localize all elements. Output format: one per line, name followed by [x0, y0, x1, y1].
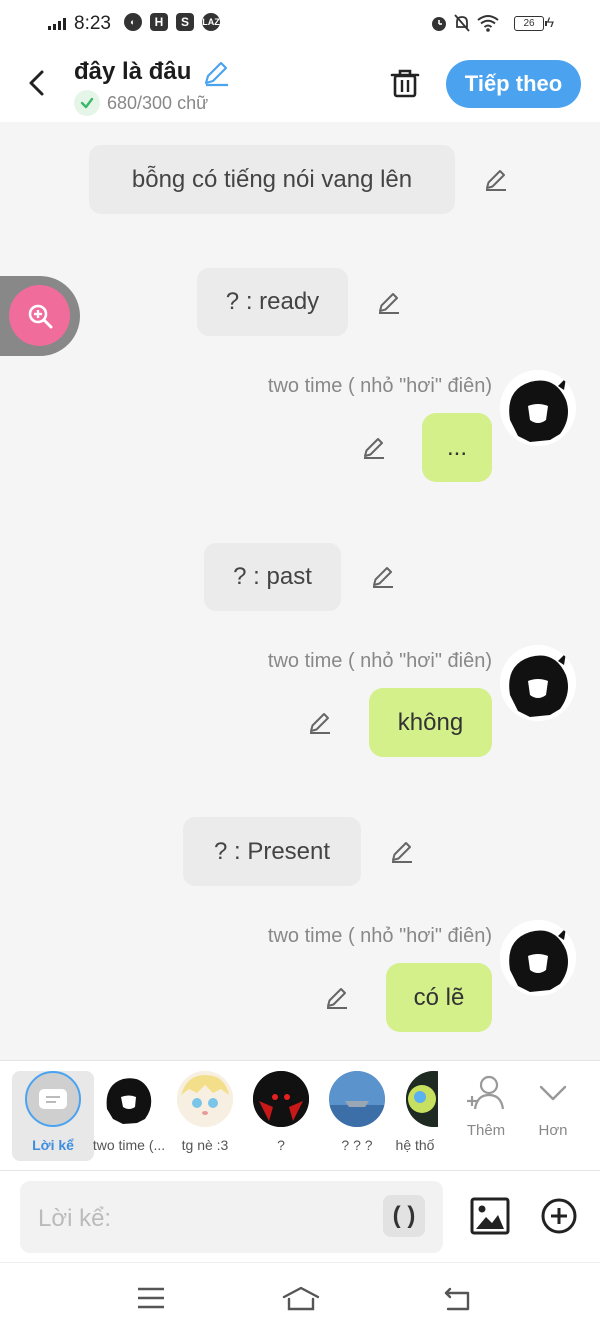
next-button[interactable]: Tiếp theo	[446, 60, 581, 108]
back-nav-icon[interactable]	[442, 1285, 474, 1313]
charging-icon: ϟ	[546, 14, 554, 30]
edit-pencil-icon[interactable]	[370, 564, 396, 590]
character-name: Lời kể	[32, 1137, 74, 1153]
edit-pencil-icon[interactable]	[376, 290, 402, 316]
character-name: hệ thố	[395, 1137, 435, 1153]
message-bubble[interactable]: ...	[422, 413, 492, 482]
edit-title-pencil-icon[interactable]	[201, 58, 231, 88]
chevron-down-icon	[539, 1085, 567, 1101]
edit-pencil-icon[interactable]	[361, 435, 387, 461]
word-count: 680/300 chữ	[107, 93, 209, 113]
input-bar: Lời kể: ( )	[0, 1170, 600, 1262]
character-avatar	[101, 1071, 157, 1127]
add-character-label: Thêm	[466, 1122, 506, 1139]
page-title[interactable]: đây là đâu	[74, 58, 191, 86]
zoom-in-icon	[28, 304, 52, 328]
h-icon: H	[150, 13, 168, 31]
character-system[interactable]: hệ thố	[392, 1071, 438, 1153]
avatar[interactable]	[500, 370, 576, 446]
shop-icon: S	[176, 13, 194, 31]
character-avatar	[253, 1071, 309, 1127]
avatar[interactable]	[500, 920, 576, 996]
mute-icon	[454, 14, 470, 32]
edit-pencil-icon[interactable]	[324, 985, 350, 1011]
character-qqq[interactable]: ? ? ?	[316, 1071, 398, 1153]
home-icon[interactable]	[281, 1285, 321, 1313]
character-avatar	[329, 1071, 385, 1127]
check-icon	[74, 90, 100, 116]
more-label: Hơn	[538, 1122, 568, 1139]
sender-name: two time ( nhỏ "hơi" điên)	[267, 925, 492, 947]
status-bar: 8:23 ◐ H S LAZ 26 ϟ	[0, 0, 600, 46]
battery-icon: 26	[514, 16, 547, 31]
character-narrator[interactable]: Lời kể	[12, 1071, 94, 1161]
narration-bubble[interactable]: bỗng có tiếng nói vang lên	[89, 145, 455, 214]
globe-icon: ◐	[124, 13, 142, 31]
add-person-icon	[467, 1075, 505, 1110]
trash-icon[interactable]	[389, 66, 421, 100]
message-input[interactable]: Lời kể: ( )	[20, 1181, 443, 1253]
edit-pencil-icon[interactable]	[389, 839, 415, 865]
laz-icon: LAZ	[202, 13, 220, 31]
sender-name: two time ( nhỏ "hơi" điên)	[267, 375, 492, 397]
more-characters-button[interactable]: Hơn	[523, 1073, 583, 1139]
zoom-button[interactable]	[9, 285, 70, 346]
character-name: ?	[277, 1137, 285, 1153]
add-character-button[interactable]: Thêm	[456, 1073, 516, 1139]
character-tg[interactable]: tg nè :3	[164, 1071, 246, 1153]
narration-bubble[interactable]: ? : past	[204, 543, 341, 611]
character-name: two time (...	[92, 1137, 166, 1153]
edit-pencil-icon[interactable]	[307, 710, 333, 736]
character-question[interactable]: ?	[240, 1071, 322, 1153]
header: đây là đâu 680/300 chữ Tiếp theo	[0, 46, 600, 122]
input-placeholder: Lời kể:	[38, 1205, 112, 1232]
character-bar: Lời kể two time (... tg nè :3 ? ? ? ? hệ…	[0, 1060, 600, 1170]
character-avatar	[406, 1071, 438, 1127]
character-name: tg nè :3	[181, 1137, 229, 1153]
back-arrow-icon[interactable]	[22, 66, 52, 100]
parenthesis-button[interactable]: ( )	[383, 1195, 425, 1237]
status-time: 8:23	[74, 13, 111, 34]
image-icon[interactable]	[470, 1197, 510, 1235]
sender-name: two time ( nhỏ "hơi" điên)	[267, 650, 492, 672]
character-two-time[interactable]: two time (...	[88, 1071, 170, 1153]
narrator-avatar	[25, 1071, 81, 1127]
edit-pencil-icon[interactable]	[483, 167, 509, 193]
wifi-icon	[477, 15, 499, 32]
narration-bubble[interactable]: ? : ready	[197, 268, 348, 336]
add-circle-icon[interactable]	[540, 1197, 578, 1235]
avatar[interactable]	[500, 645, 576, 721]
zoom-handle[interactable]	[0, 276, 80, 356]
message-bubble[interactable]: có lẽ	[386, 963, 492, 1032]
character-name: ? ? ?	[341, 1137, 373, 1153]
menu-icon[interactable]	[136, 1285, 166, 1311]
narration-bubble[interactable]: ? : Present	[183, 817, 361, 886]
alarm-icon	[432, 17, 446, 31]
speech-bubble-icon	[39, 1089, 67, 1109]
signal-icon	[48, 18, 66, 30]
message-bubble[interactable]: không	[369, 688, 492, 757]
system-nav-bar	[0, 1262, 600, 1333]
character-avatar	[177, 1071, 233, 1127]
